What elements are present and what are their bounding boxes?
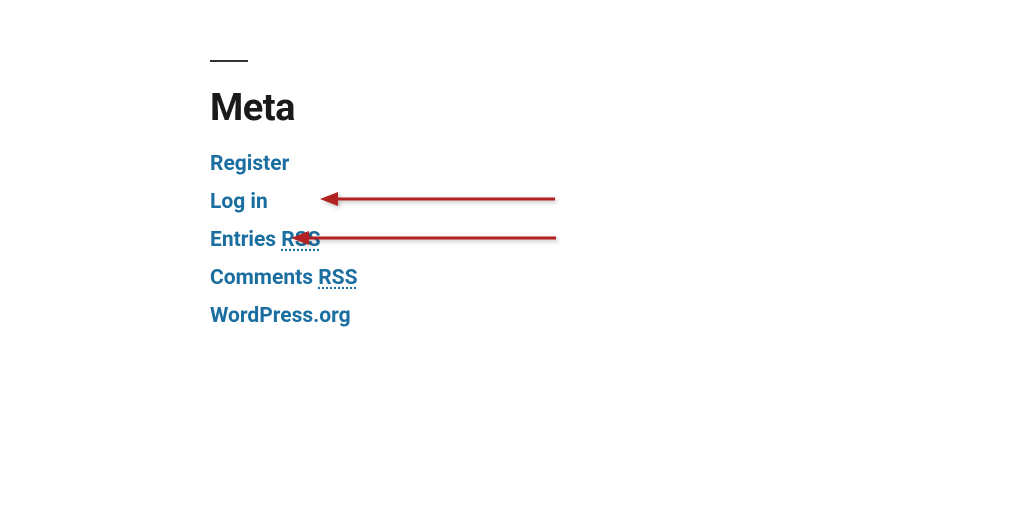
meta-widget: Meta Register Log in Entries RSS Comment… (210, 60, 358, 342)
comments-label: Comments (210, 266, 318, 290)
list-item: Log in (210, 190, 358, 214)
entries-rss-link[interactable]: Entries RSS (210, 228, 321, 252)
list-item: Entries RSS (210, 228, 358, 252)
rss-abbr: RSS (281, 228, 320, 252)
wordpress-link[interactable]: WordPress.org (210, 304, 351, 328)
widget-title: Meta (210, 86, 358, 130)
list-item: Register (210, 152, 358, 176)
list-item: Comments RSS (210, 266, 358, 290)
login-link[interactable]: Log in (210, 190, 268, 214)
meta-links-list: Register Log in Entries RSS Comments RSS… (210, 152, 358, 328)
register-link[interactable]: Register (210, 152, 289, 176)
widget-divider (210, 60, 248, 62)
comments-rss-link[interactable]: Comments RSS (210, 266, 358, 290)
rss-abbr: RSS (318, 266, 357, 290)
entries-label: Entries (210, 228, 281, 252)
list-item: WordPress.org (210, 304, 358, 328)
